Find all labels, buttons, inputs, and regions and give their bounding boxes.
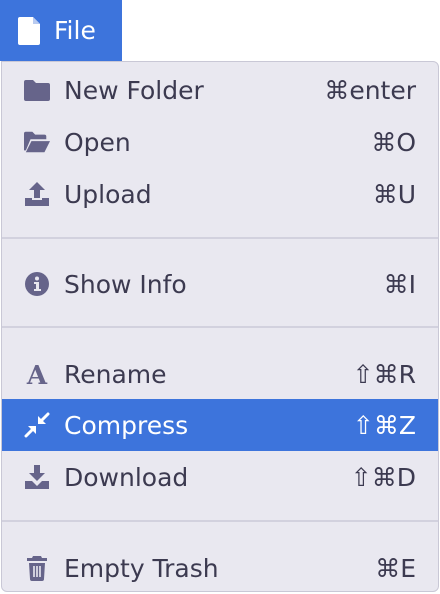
menu-item-label: Rename	[64, 359, 167, 389]
file-menu-label: File	[54, 16, 96, 45]
download-icon	[24, 464, 50, 490]
menu-item-shortcut: ⌘I	[383, 269, 416, 299]
menu-item-show-info[interactable]: Show Info ⌘I	[2, 258, 438, 310]
file-dropdown-menu: New Folder ⌘enter Open ⌘O Upload ⌘U Show…	[1, 61, 439, 592]
menu-item-empty-trash[interactable]: Empty Trash ⌘E	[2, 542, 438, 591]
menu-item-label: Empty Trash	[64, 553, 219, 583]
menu-item-shortcut: ⌘E	[375, 553, 416, 583]
menu-item-download[interactable]: Download ⇧⌘D	[2, 451, 438, 503]
menu-item-label: Compress	[64, 410, 189, 440]
font-icon: A	[24, 361, 50, 387]
menu-item-label: Show Info	[64, 269, 187, 299]
menu-item-label: Download	[64, 462, 189, 492]
menu-separator	[2, 520, 438, 522]
upload-icon	[24, 181, 50, 207]
trash-icon	[24, 555, 50, 581]
menu-item-shortcut: ⇧⌘D	[350, 462, 416, 492]
menu-item-new-folder[interactable]: New Folder ⌘enter	[2, 64, 438, 116]
menu-item-shortcut: ⌘enter	[324, 75, 416, 105]
file-icon	[18, 16, 42, 45]
menu-item-compress[interactable]: Compress ⇧⌘Z	[2, 399, 438, 451]
menu-item-shortcut: ⌘U	[372, 179, 416, 209]
folder-open-icon	[24, 129, 50, 155]
menu-item-rename[interactable]: A Rename ⇧⌘R	[2, 348, 438, 400]
menu-item-upload[interactable]: Upload ⌘U	[2, 168, 438, 220]
menu-item-shortcut: ⌘O	[371, 127, 416, 157]
info-icon	[24, 271, 50, 297]
menu-separator	[2, 237, 438, 239]
compress-icon	[24, 412, 50, 438]
menu-item-label: Open	[64, 127, 131, 157]
file-menu-button[interactable]: File	[0, 0, 122, 61]
svg-text:A: A	[26, 361, 48, 387]
menu-item-open[interactable]: Open ⌘O	[2, 116, 438, 168]
menu-item-label: Upload	[64, 179, 152, 209]
folder-icon	[24, 77, 50, 103]
menu-item-shortcut: ⇧⌘Z	[352, 410, 416, 440]
menu-separator	[2, 326, 438, 328]
menu-item-shortcut: ⇧⌘R	[352, 359, 416, 389]
menu-item-label: New Folder	[64, 75, 204, 105]
